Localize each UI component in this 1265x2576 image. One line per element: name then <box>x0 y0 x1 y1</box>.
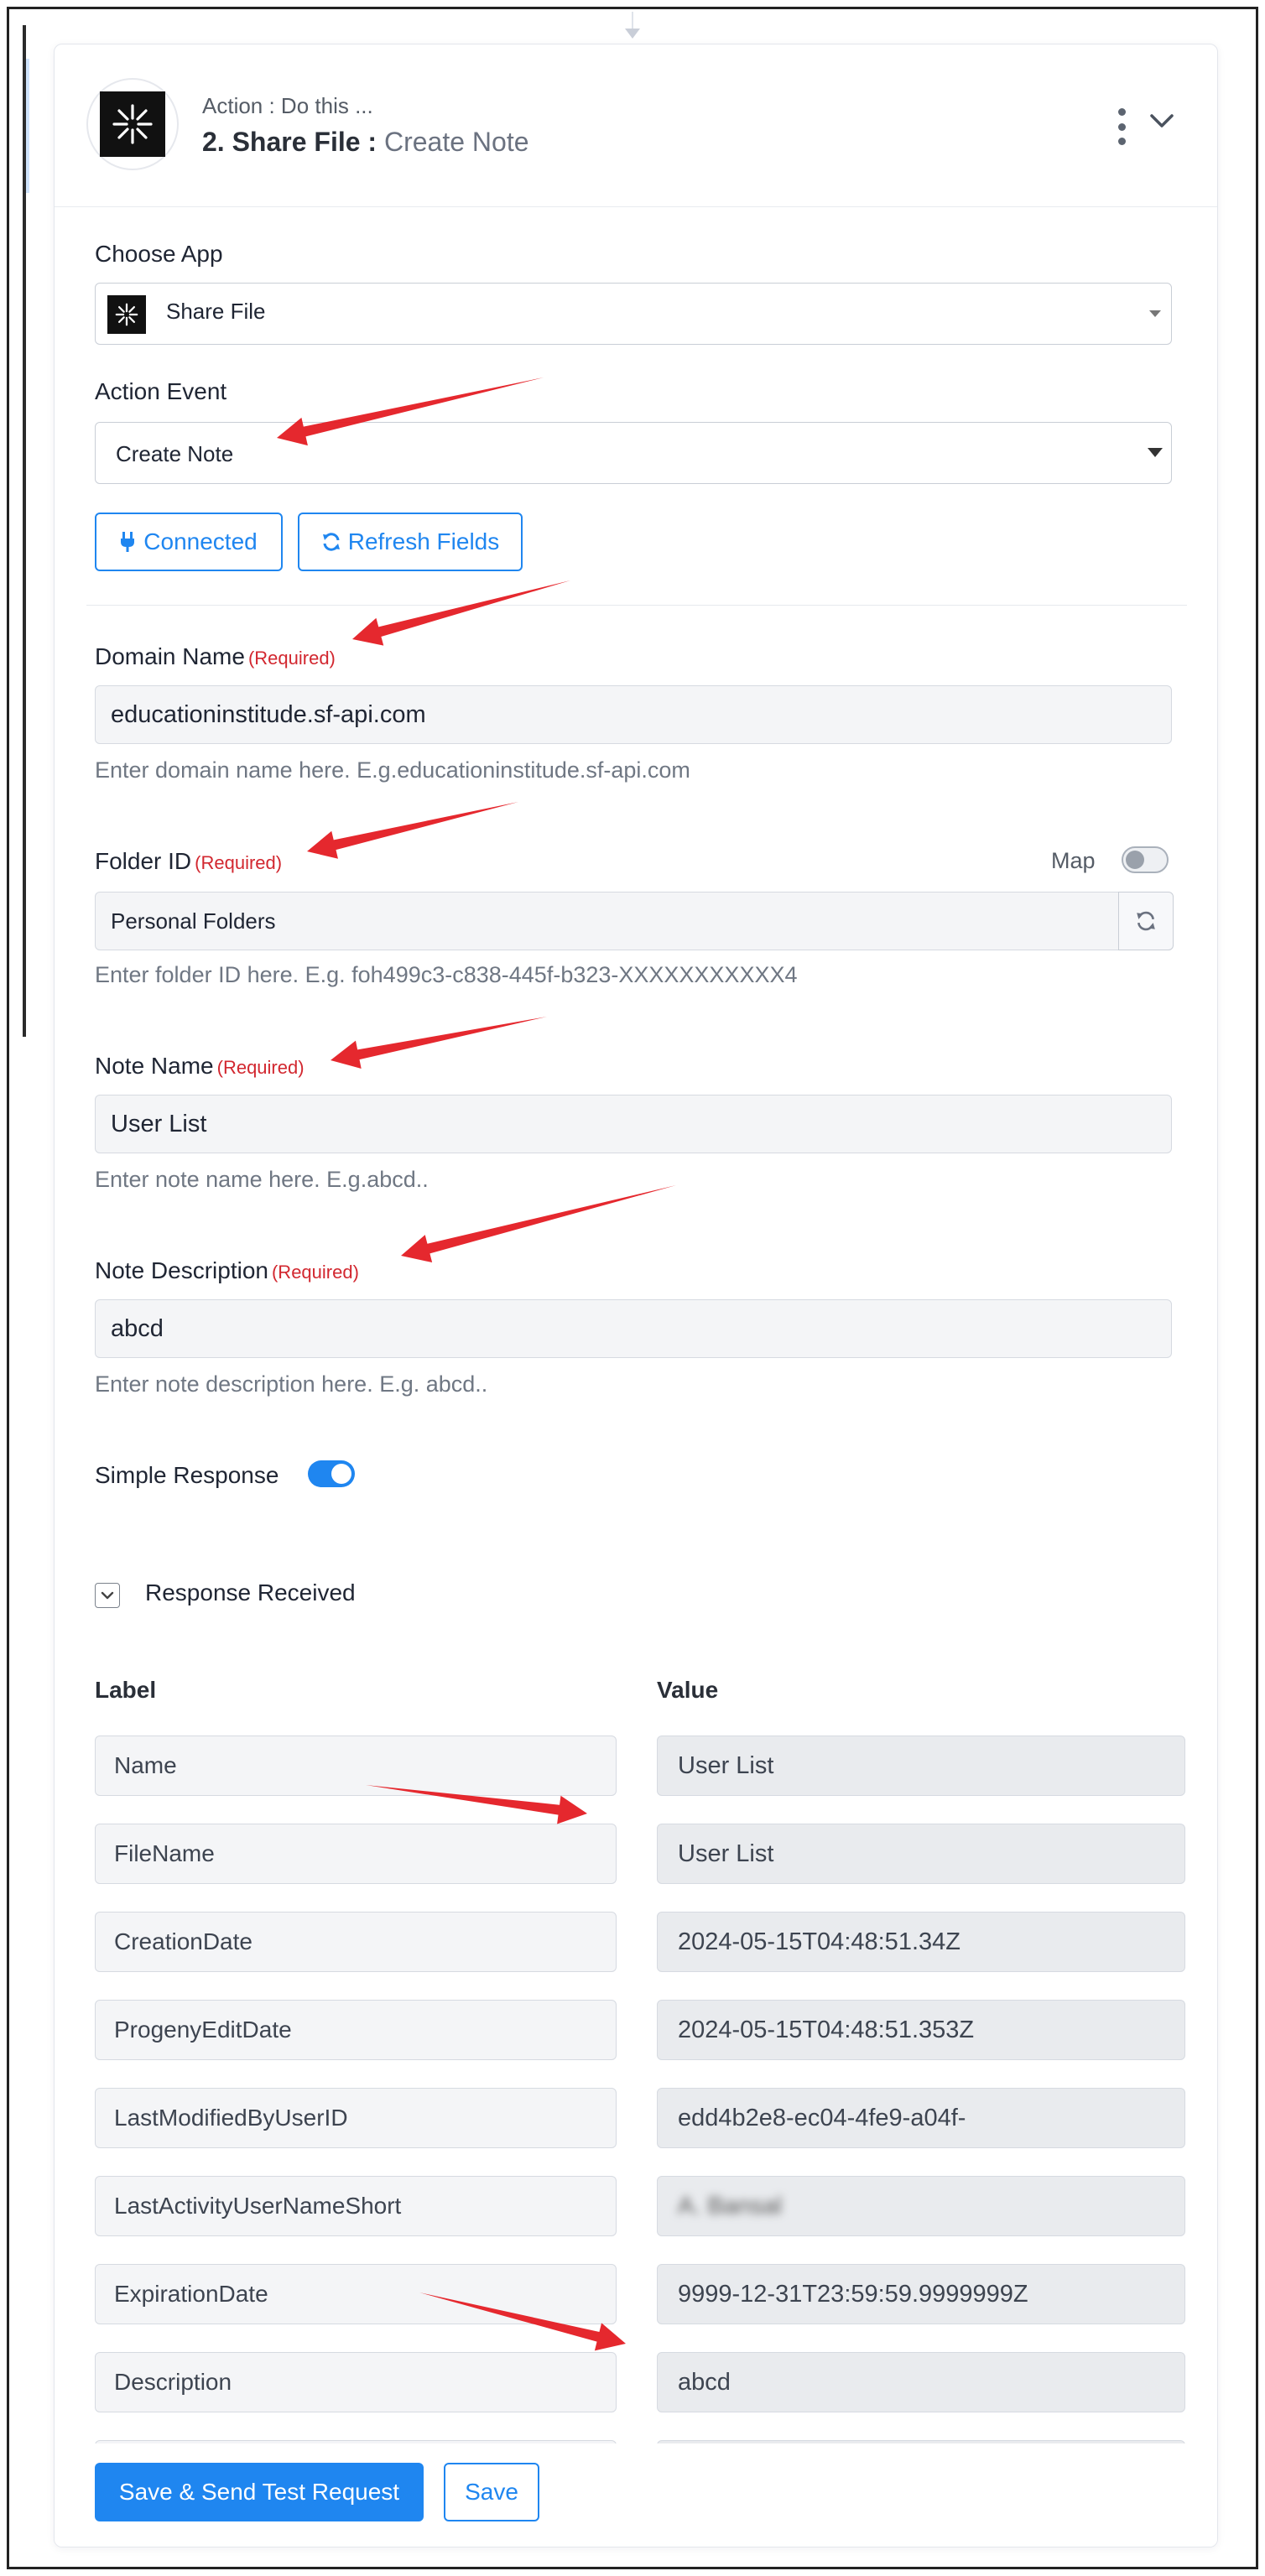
note-description-label-text: Note Description <box>95 1257 268 1283</box>
note-name-label-text: Note Name <box>95 1053 214 1079</box>
sharefile-small-icon <box>107 295 146 334</box>
domain-name-hint: Enter domain name here. E.g.educationins… <box>95 757 690 783</box>
simple-response-toggle[interactable] <box>308 1460 355 1487</box>
response-row-label: ProgenyEditDate <box>95 2000 617 2060</box>
folder-id-value: Personal Folders <box>111 908 276 934</box>
save-and-send-test-button[interactable]: Save & Send Test Request <box>95 2463 424 2521</box>
redacted-value: A. Bansal <box>678 2192 783 2220</box>
response-row-value: abcd <box>657 2352 1185 2412</box>
response-row-label: LastActivityUserNameShort <box>95 2176 617 2236</box>
section-divider <box>86 605 1187 606</box>
choose-app-label: Choose App <box>95 241 223 267</box>
action-event-value: Create Note <box>116 441 234 466</box>
sharefile-logo-icon <box>100 91 165 157</box>
folder-id-label-text: Folder ID <box>95 848 192 874</box>
chevron-down-icon[interactable] <box>1148 112 1175 132</box>
toggle-knob <box>331 1464 351 1484</box>
step-type-label: Action : Do this ... <box>202 93 373 118</box>
required-badge: (Required) <box>216 1057 305 1078</box>
map-toggle-label: Map <box>1051 848 1096 873</box>
response-row-value: A. Bansal <box>657 2176 1185 2236</box>
response-row-value: 2024-05-15T04:48:51.353Z <box>657 2000 1185 2060</box>
response-collapse-toggle[interactable] <box>95 1583 120 1608</box>
refresh-label: Refresh Fields <box>347 528 500 554</box>
save-button[interactable]: Save <box>444 2463 539 2521</box>
step-header[interactable]: Action : Do this ... 2. Share File : Cre… <box>55 44 1217 207</box>
connected-label: Connected <box>143 528 258 554</box>
note-name-input[interactable]: User List <box>95 1095 1172 1153</box>
workflow-rail-highlight <box>26 59 29 193</box>
refresh-icon <box>1137 911 1155 931</box>
note-description-hint: Enter note description here. E.g. abcd.. <box>95 1371 488 1397</box>
folder-id-select[interactable]: Personal Folders <box>95 892 1120 950</box>
response-row-value: 2024-05-15T04:48:51.34Z <box>657 1912 1185 1972</box>
note-description-input[interactable]: abcd <box>95 1299 1172 1358</box>
dropdown-caret-icon <box>1148 448 1163 457</box>
response-row-label: CreationDate <box>95 1912 617 1972</box>
action-step-card: Action : Do this ... 2. Share File : Cre… <box>54 44 1218 2547</box>
map-toggle[interactable] <box>1122 846 1169 873</box>
plug-icon <box>121 532 135 552</box>
response-row-label: ExpirationDate <box>95 2264 617 2324</box>
required-badge: (Required) <box>247 648 336 669</box>
note-description-label: Note Description (Required) <box>95 1257 359 1284</box>
step-title-event: Create Note <box>383 127 529 157</box>
response-row-value: User List <box>657 1736 1185 1796</box>
action-event-select[interactable]: Create Note <box>95 422 1172 484</box>
required-badge: (Required) <box>195 852 283 873</box>
folder-refresh-button[interactable] <box>1118 892 1174 950</box>
chevron-down-icon <box>101 1591 114 1600</box>
refresh-fields-button[interactable]: Refresh Fields <box>298 513 523 571</box>
response-row-value: 9999-12-31T23:59:59.9999999Z <box>657 2264 1185 2324</box>
choose-app-value: Share File <box>166 299 266 324</box>
dropdown-caret-icon <box>1149 310 1161 317</box>
choose-app-select[interactable]: Share File <box>95 283 1172 345</box>
domain-name-input[interactable]: educationinstitude.sf-api.com <box>95 685 1172 744</box>
required-badge: (Required) <box>271 1262 359 1283</box>
response-row-value: User List <box>657 1824 1185 1884</box>
note-name-hint: Enter note name here. E.g.abcd.. <box>95 1167 429 1192</box>
response-row-label: Description <box>95 2352 617 2412</box>
domain-name-label-text: Domain Name <box>95 643 245 669</box>
step-title: 2. Share File : Create Note <box>202 127 529 158</box>
response-row-value: edd4b2e8-ec04-4fe9-a04f- <box>657 2088 1185 2148</box>
refresh-icon <box>322 533 340 551</box>
folder-id-hint: Enter folder ID here. E.g. foh499c3-c838… <box>95 962 798 987</box>
response-row-label: FileName <box>95 1824 617 1884</box>
action-event-label: Action Event <box>95 378 227 404</box>
simple-response-label: Simple Response <box>95 1462 279 1488</box>
response-row-label: LastModifiedByUserID <box>95 2088 617 2148</box>
domain-name-label: Domain Name (Required) <box>95 643 336 670</box>
folder-id-label: Folder ID (Required) <box>95 848 282 875</box>
step-title-app: 2. Share File : <box>202 127 377 157</box>
response-col-label: Label <box>95 1677 157 1703</box>
more-options-icon[interactable] <box>1113 108 1130 145</box>
connected-button[interactable]: Connected <box>95 513 283 571</box>
response-received-title: Response Received <box>145 1579 356 1605</box>
app-logo <box>86 78 179 170</box>
note-name-label: Note Name (Required) <box>95 1053 305 1080</box>
connector-arrow-icon <box>625 29 640 39</box>
toggle-knob <box>1126 851 1144 869</box>
response-col-value: Value <box>657 1677 719 1703</box>
response-row-label: Name <box>95 1736 617 1796</box>
